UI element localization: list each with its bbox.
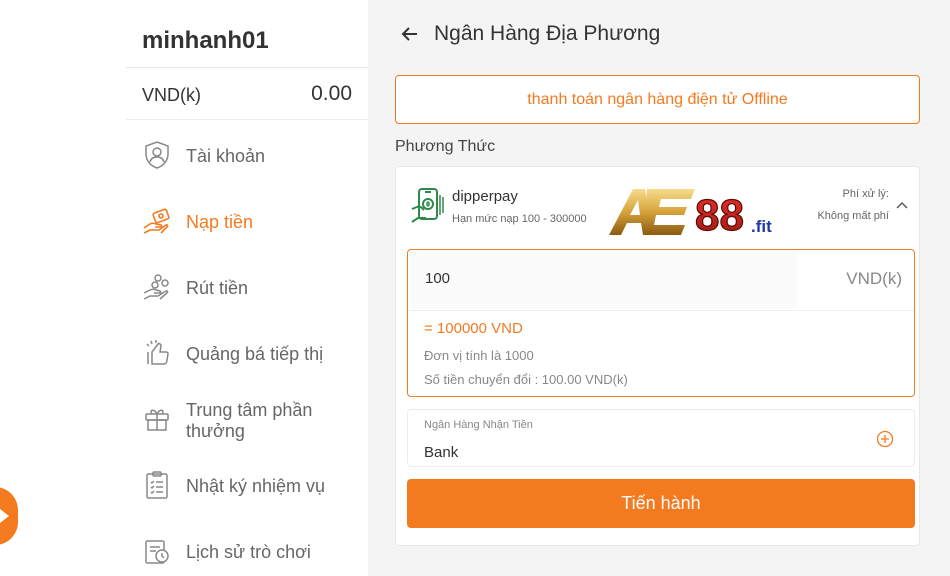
sidebar-item-label: Quảng bá tiếp thị [186,344,324,364]
sidebar-item-label: Tài khoản [186,146,266,166]
plus-circle-icon[interactable] [876,430,894,448]
gift-icon [142,403,172,433]
play-arrow-icon [0,509,9,523]
history-icon [142,536,172,566]
balance-row: VND(k) 0.00 [126,68,368,120]
amount-divider [408,310,914,311]
method-label: Phương Thức [395,138,496,155]
money-phone-icon [410,187,444,225]
sidebar-item-game-history[interactable]: Lịch sử trò chơi [126,536,368,568]
amount-input-wrap [409,251,797,309]
amount-unit: VND(k) [846,269,902,288]
ae88-logo: 88 .fit [609,185,781,241]
amount-unit-note: Đơn vị tính là 1000 [424,348,534,363]
proceed-button[interactable]: Tiến hành [407,479,915,528]
sidebar-item-task-log[interactable]: Nhật ký nhiệm vụ [126,470,368,502]
sidebar-item-label: Nạp tiền [186,212,254,232]
thumbs-up-icon [142,338,172,368]
amount-exchange: Số tiền chuyển đổi : 100.00 VND(k) [424,372,628,387]
sidebar-item-account[interactable]: Tài khoản [126,140,368,172]
sidebar-item-label: Trung tâm phần thưởng [186,400,313,441]
payment-limit: Hạn mức nạp 100 - 300000 [452,213,587,225]
sidebar-item-marketing[interactable]: Quảng bá tiếp thị [126,338,368,370]
sidebar-item-label: Lịch sử trò chơi [186,542,311,562]
withdraw-hand-coins-icon [142,272,172,302]
svg-text:88: 88 [695,191,744,237]
left-backdrop [0,0,126,576]
back-arrow-icon[interactable] [400,24,420,44]
sidebar-item-label: Rút tiền [186,278,249,298]
shield-user-icon [142,140,172,170]
svg-text:.fit: .fit [751,217,772,236]
sidebar-item-withdraw[interactable]: Rút tiền [126,272,368,304]
balance-currency: VND(k) [142,85,201,105]
fee-value: Không mất phí [817,210,889,222]
amount-box: VND(k) = 100000 VND Đơn vị tính là 1000 … [407,249,915,397]
sidebar-item-deposit[interactable]: Nạp tiền [126,206,368,238]
amount-input[interactable] [425,270,785,287]
sidebar: minhanh01 VND(k) 0.00 Tài khoản Nạp tiền [126,0,368,576]
tab-offline-bank[interactable]: thanh toán ngân hàng điện tử Offline [395,75,920,124]
bank-label: Ngân Hàng Nhận Tiền [424,419,533,431]
chevron-up-icon[interactable] [894,198,910,214]
receiving-bank-select[interactable]: Ngân Hàng Nhận Tiền Bank [407,409,915,467]
payment-card: dipperpay Hạn mức nạp 100 - 300000 88 .f… [395,166,920,546]
main-content: Ngân Hàng Địa Phương thanh toán ngân hàn… [368,0,950,576]
amount-converted: = 100000 VND [424,320,523,337]
deposit-hand-icon [142,206,172,236]
fee-label: Phí xử lý: [842,188,890,200]
sidebar-item-rewards[interactable]: Trung tâm phần thưởng [126,400,368,444]
username: minhanh01 [142,27,269,54]
payment-name: dipperpay [452,188,518,205]
clipboard-list-icon [142,470,172,500]
sidebar-item-label: Nhật ký nhiệm vụ [186,476,326,496]
balance-value: 0.00 [311,82,352,105]
page-title: Ngân Hàng Địa Phương [434,22,661,45]
bank-value: Bank [424,444,459,461]
